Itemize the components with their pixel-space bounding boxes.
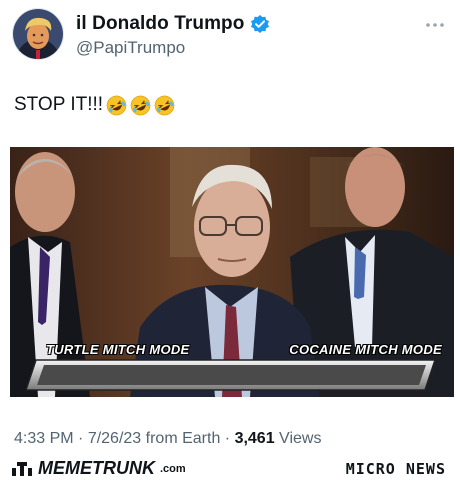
memetrunk-icon xyxy=(12,461,32,476)
tweet-source: from Earth xyxy=(141,430,221,447)
tweet-date[interactable]: 7/26/23 xyxy=(88,430,141,447)
separator-dot: · xyxy=(73,430,88,447)
memetrunk-logo: MEMETRUNK .com xyxy=(12,458,186,479)
rolling-on-floor-laughing-icon xyxy=(130,95,151,116)
tweet-card: il Donaldo Trumpo @PapiTrumpo STOP IT!!! xyxy=(0,0,460,480)
author-name-row: il Donaldo Trumpo xyxy=(76,13,270,35)
views-count[interactable]: 3,461 xyxy=(235,430,275,447)
more-options-icon[interactable] xyxy=(424,16,446,27)
rolling-on-floor-laughing-icon xyxy=(154,95,175,116)
tweet-media-image[interactable]: TURTLE MITCH MODE COCAINE MITCH MODE xyxy=(10,147,454,397)
views-label: Views xyxy=(274,430,322,447)
rolling-on-floor-laughing-icon xyxy=(106,95,127,116)
micro-news-logo: MICRO NEWS xyxy=(345,460,446,478)
tweet-metadata: 4:33 PM · 7/26/23 from Earth · 3,461 Vie… xyxy=(14,430,321,448)
verified-badge-icon xyxy=(250,14,270,34)
tweet-text: STOP IT!!! xyxy=(14,94,175,116)
brand-suffix: .com xyxy=(160,462,186,475)
mode-slider-bar xyxy=(26,359,436,391)
caption-right: COCAINE MITCH MODE xyxy=(289,342,442,357)
handle[interactable]: @PapiTrumpo xyxy=(76,38,185,58)
caption-left: TURTLE MITCH MODE xyxy=(46,342,190,357)
tweet-text-body: STOP IT!!! xyxy=(14,94,104,115)
tweet-time[interactable]: 4:33 PM xyxy=(14,430,74,447)
display-name[interactable]: il Donaldo Trumpo xyxy=(76,13,244,35)
brand-name: MEMETRUNK xyxy=(38,458,155,478)
avatar[interactable] xyxy=(12,8,64,60)
separator-dot: · xyxy=(220,430,235,447)
